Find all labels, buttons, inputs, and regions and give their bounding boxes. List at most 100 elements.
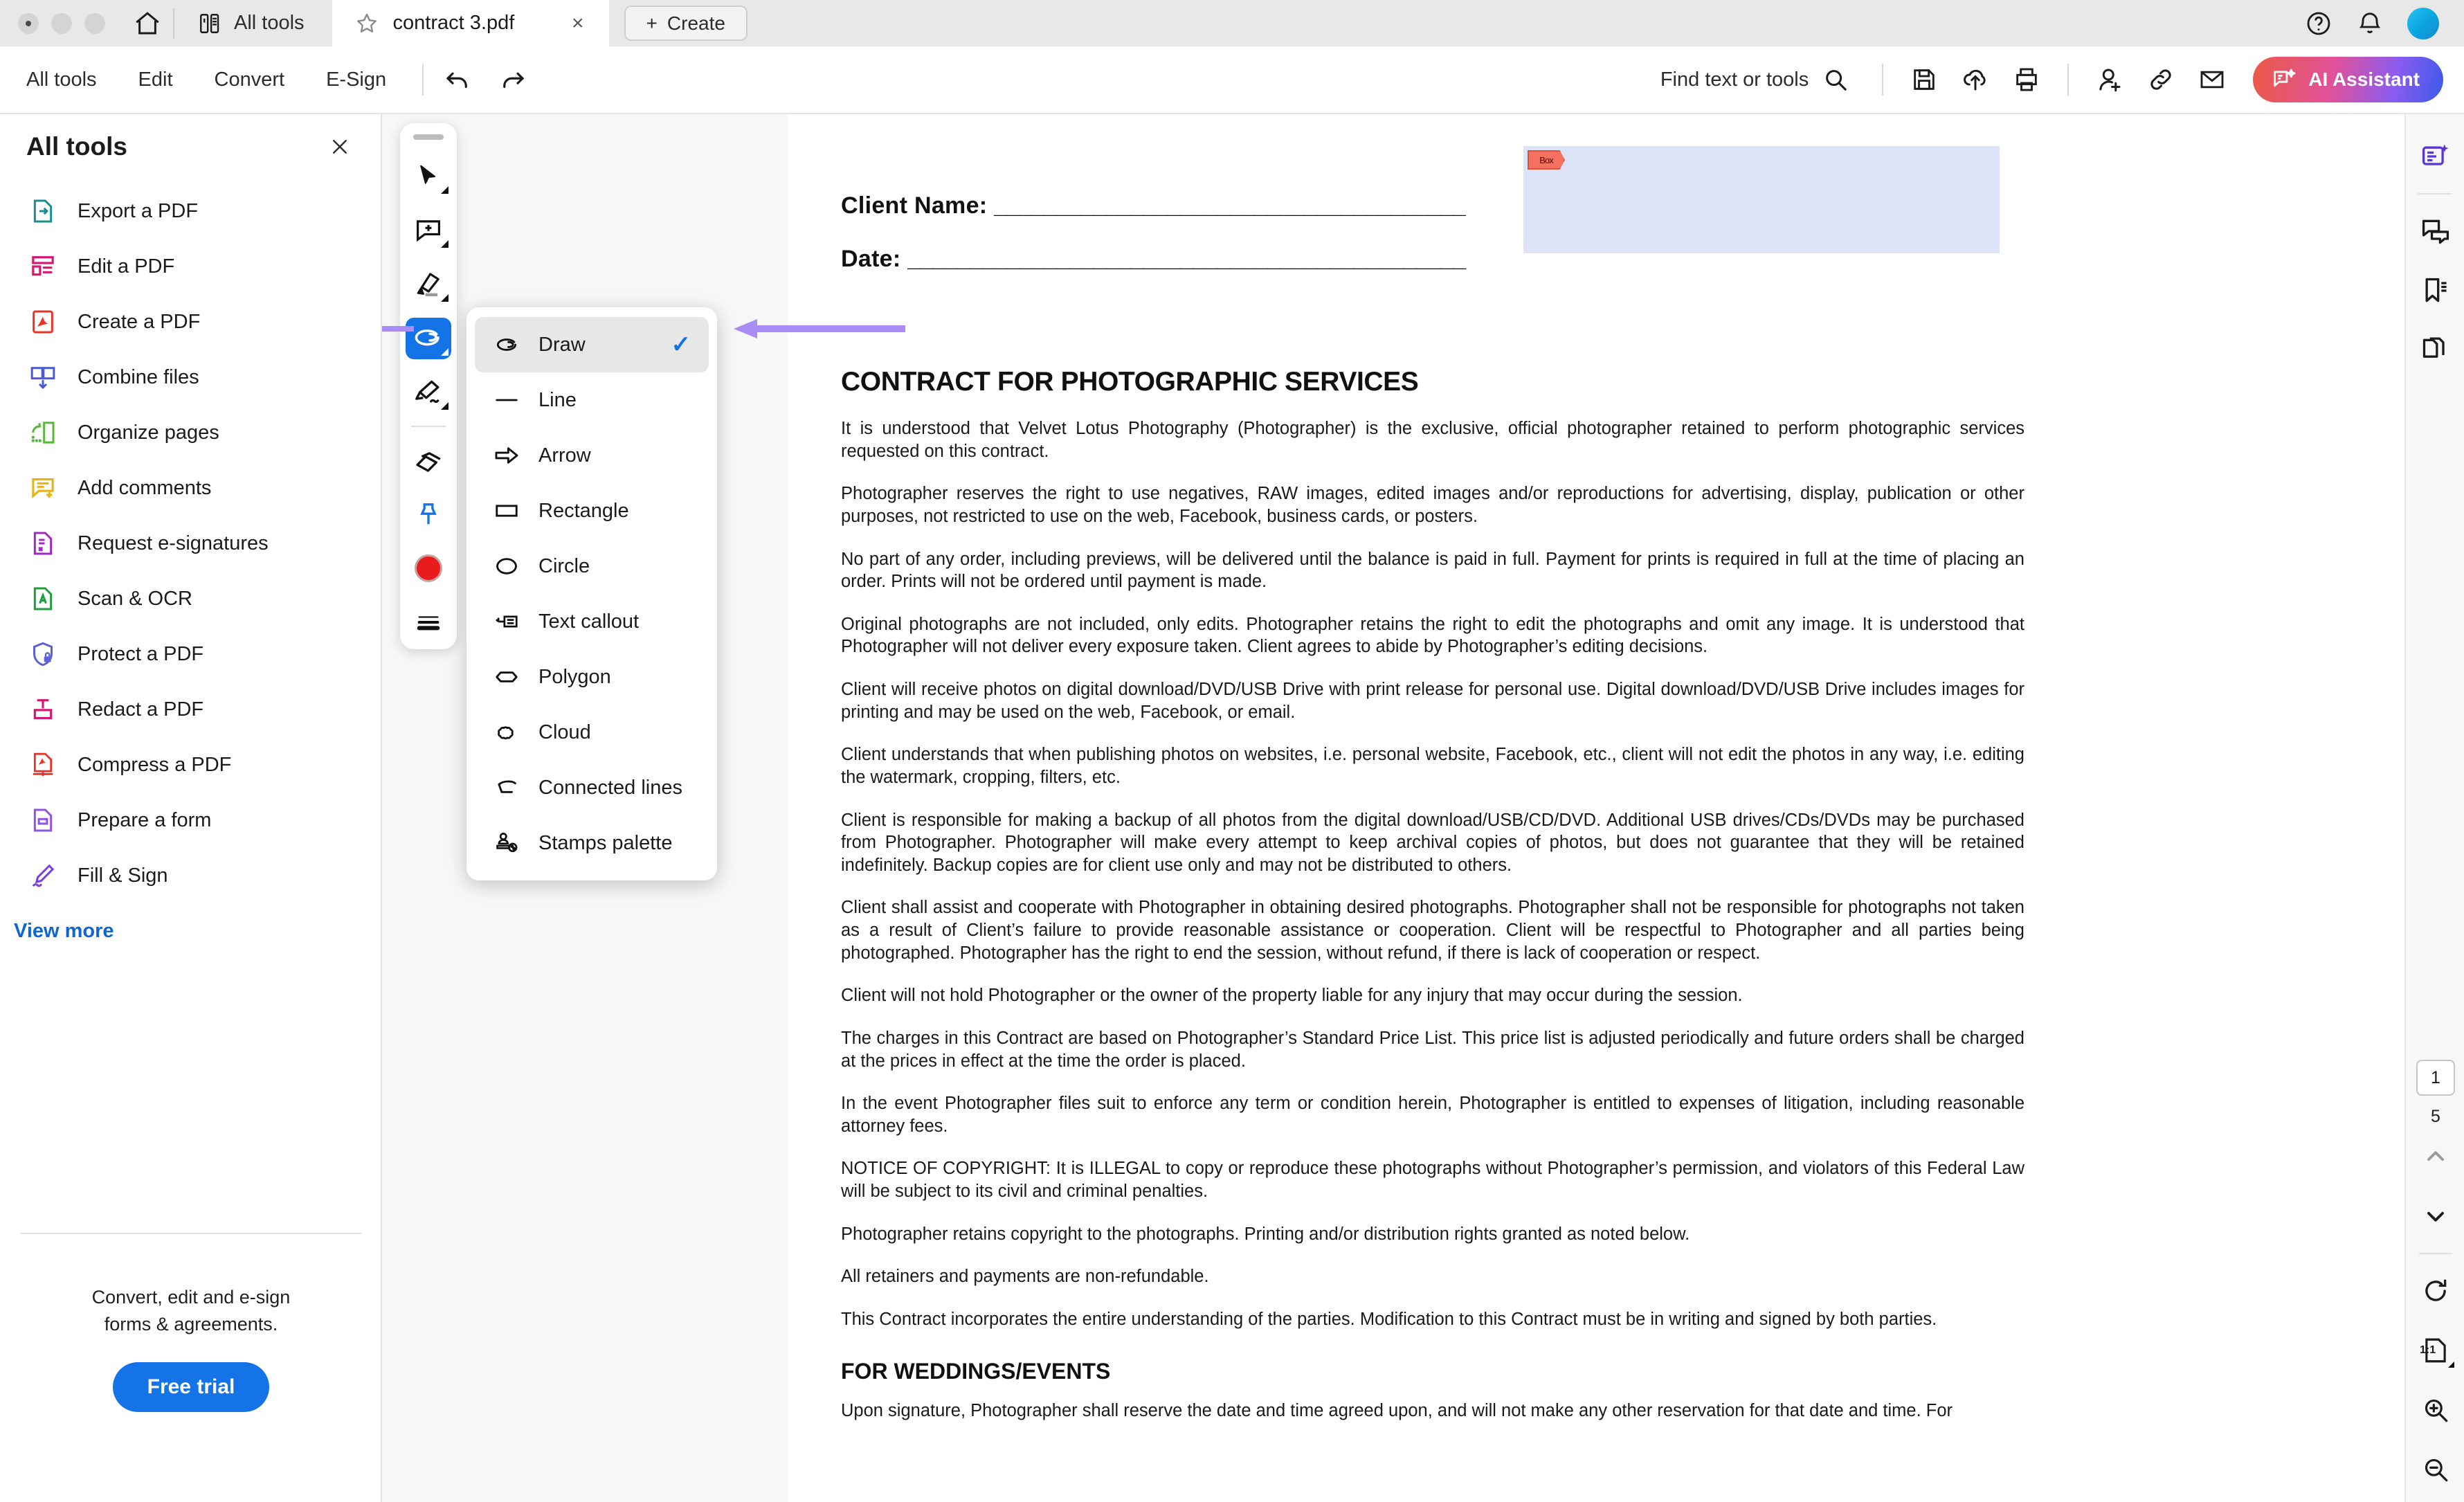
close-icon[interactable] [329, 136, 350, 157]
menu-esign[interactable]: E-Sign [305, 69, 407, 91]
window-close-button[interactable] [18, 13, 39, 34]
menu-item-stamps-palette[interactable]: Stamps palette [475, 815, 709, 871]
page-total-label: 5 [2406, 1107, 2464, 1127]
pen-tool-icon[interactable] [406, 372, 451, 413]
menu-item-draw[interactable]: Draw ✓ [475, 317, 709, 372]
page-thumbnails-icon[interactable] [2406, 320, 2464, 380]
chevron-up-icon[interactable] [2406, 1127, 2464, 1186]
thickness-icon[interactable] [406, 601, 451, 643]
window-controls [0, 0, 122, 46]
bell-icon[interactable] [2356, 10, 2384, 37]
client-name-blank[interactable]: ______________________________________ [994, 192, 1465, 219]
avatar[interactable] [2407, 8, 2439, 39]
sidebar-item-label: Fill & Sign [78, 865, 168, 887]
chevron-down-icon [441, 348, 449, 356]
sidebar-item-add-comments[interactable]: Add comments [0, 460, 381, 516]
email-icon[interactable] [2186, 54, 2238, 105]
menu-item-circle[interactable]: Circle [475, 539, 709, 594]
sidebar-item-create-a-pdf[interactable]: Create a PDF [0, 294, 381, 350]
fit-page-icon[interactable]: 1:1 [2406, 1321, 2464, 1380]
paragraph: Client understands that when publishing … [841, 743, 2024, 788]
sidebar-item-export-a-pdf[interactable]: Export a PDF [0, 183, 381, 239]
paragraph: Client will receive photos on digital do… [841, 678, 2024, 723]
menu-item-rectangle[interactable]: Rectangle [475, 483, 709, 539]
page-number-input[interactable]: 1 [2416, 1060, 2455, 1096]
drag-handle[interactable] [413, 134, 444, 140]
color-swatch-icon[interactable] [406, 548, 451, 589]
highlighter-icon[interactable] [406, 264, 451, 305]
menu-item-text-callout[interactable]: Text callout [475, 594, 709, 649]
window-minimize-button[interactable] [51, 13, 72, 34]
eraser-icon[interactable] [406, 440, 451, 481]
star-icon[interactable] [354, 11, 379, 36]
sidebar-item-compress-a-pdf[interactable]: Compress a PDF [0, 737, 381, 793]
create-button[interactable]: + Create [624, 6, 748, 41]
sidebar-item-combine-files[interactable]: Combine files [0, 350, 381, 405]
save-icon[interactable] [1899, 54, 1950, 105]
link-icon[interactable] [2135, 54, 2186, 105]
view-more-link[interactable]: View more [0, 920, 381, 943]
redo-icon[interactable] [498, 65, 527, 94]
search-input[interactable]: Find text or tools [1660, 66, 1849, 93]
ai-assistant-button[interactable]: AI Assistant [2253, 57, 2443, 102]
menu-edit[interactable]: Edit [118, 69, 194, 91]
sidebar-item-scan-and-ocr[interactable]: Scan & OCR [0, 571, 381, 626]
ai-sparkle-icon [2271, 66, 2297, 93]
highlight-annotation-box[interactable]: Box [1523, 146, 2000, 253]
draw-tool-dropdown-menu[interactable]: Draw ✓ Line Arrow Rectangle Circle [466, 307, 717, 880]
menu-item-line[interactable]: Line [475, 372, 709, 428]
pushpin-icon[interactable] [406, 494, 451, 535]
menu-all-tools[interactable]: All tools [6, 69, 118, 91]
sidebar-item-label: Export a PDF [78, 200, 198, 223]
chevron-down-icon[interactable] [2406, 1186, 2464, 1246]
upload-cloud-icon[interactable] [1950, 54, 2001, 105]
menu-item-label: Line [538, 389, 577, 412]
zoom-out-icon[interactable] [2406, 1440, 2464, 1499]
sidebar-item-label: Edit a PDF [78, 255, 174, 278]
tab-all-tools[interactable]: All tools [174, 0, 332, 46]
sidebar-item-request-e-signatures[interactable]: Request e-signatures [0, 516, 381, 571]
select-cursor-icon[interactable] [406, 156, 451, 197]
sidebar-item-fill-and-sign[interactable]: Fill & Sign [0, 848, 381, 903]
paragraph: NOTICE OF COPYRIGHT: It is ILLEGAL to co… [841, 1157, 2024, 1202]
help-circle-icon[interactable] [2305, 10, 2332, 37]
sidebar-item-edit-a-pdf[interactable]: Edit a PDF [0, 239, 381, 294]
menu-item-arrow[interactable]: Arrow [475, 428, 709, 483]
sidebar-item-prepare-a-form[interactable]: Prepare a form [0, 793, 381, 848]
edit-pdf-icon [28, 251, 58, 282]
menu-item-cloud[interactable]: Cloud [475, 705, 709, 760]
date-blank[interactable]: ________________________________________… [907, 246, 1465, 272]
paragraph: Photographer reserves the right to use n… [841, 482, 2024, 527]
zoom-in-icon[interactable] [2406, 1380, 2464, 1440]
sidebar-item-label: Create a PDF [78, 311, 200, 334]
home-icon[interactable] [122, 0, 173, 46]
toolbar-right-group: Find text or tools [1660, 54, 2464, 105]
sidebar-item-protect-a-pdf[interactable]: Protect a PDF [0, 626, 381, 682]
comments-panel-icon[interactable] [2406, 201, 2464, 261]
undo-icon[interactable] [443, 65, 472, 94]
tab-document[interactable]: contract 3.pdf × [332, 0, 609, 46]
search-icon[interactable] [1822, 66, 1849, 93]
close-icon[interactable]: × [565, 12, 591, 35]
menu-convert[interactable]: Convert [194, 69, 306, 91]
print-icon[interactable] [2001, 54, 2052, 105]
paragraph: It is understood that Velvet Lotus Photo… [841, 417, 2024, 462]
stamp-flag-icon[interactable]: Box [1528, 150, 1565, 170]
redact-pdf-icon [28, 694, 58, 725]
sidebar-item-redact-a-pdf[interactable]: Redact a PDF [0, 682, 381, 737]
menu-item-connected-lines[interactable]: Connected lines [475, 760, 709, 815]
bookmarks-panel-icon[interactable] [2406, 261, 2464, 320]
menu-item-polygon[interactable]: Polygon [475, 649, 709, 705]
free-trial-button[interactable]: Free trial [113, 1362, 270, 1412]
draw-lasso-icon[interactable] [406, 318, 451, 359]
sticky-note-icon[interactable] [406, 210, 451, 251]
ai-assistant-panel-icon[interactable] [2406, 127, 2464, 186]
rotate-icon[interactable] [2406, 1261, 2464, 1321]
add-person-icon[interactable] [2084, 54, 2135, 105]
chevron-down-icon [441, 186, 449, 194]
add-comments-icon [28, 473, 58, 503]
sidebar-item-organize-pages[interactable]: Organize pages [0, 405, 381, 460]
fill-sign-icon [28, 860, 58, 891]
document-subheading: FOR WEDDINGS/EVENTS [841, 1359, 2024, 1384]
window-maximize-button[interactable] [84, 13, 105, 34]
